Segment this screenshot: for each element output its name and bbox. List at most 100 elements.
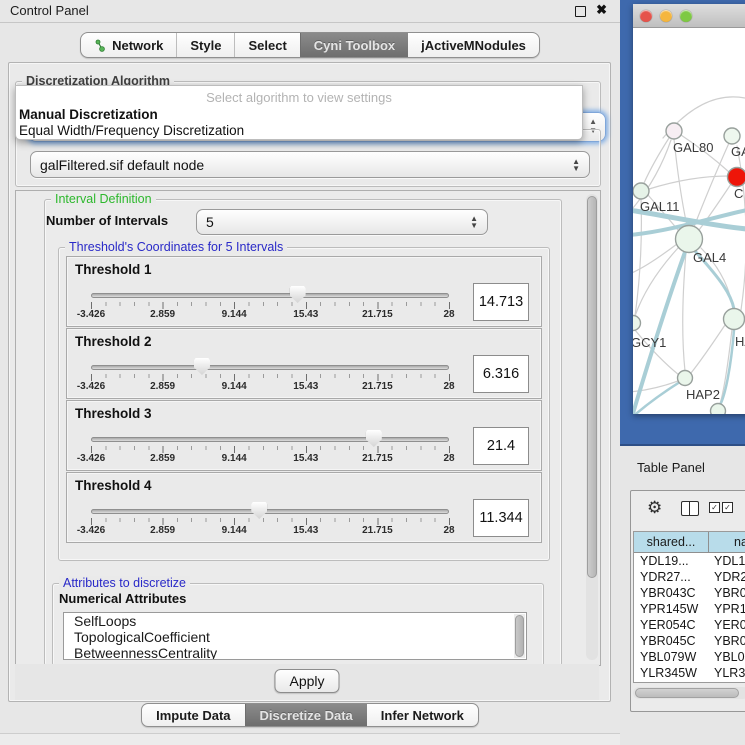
- table-row[interactable]: YER054CYER0: [634, 617, 745, 633]
- apply-button[interactable]: Apply: [274, 669, 339, 693]
- network-node[interactable]: [633, 183, 649, 199]
- control-panel-titlebar: Control Panel ✖: [0, 0, 620, 23]
- panel-vertical-scrollbar[interactable]: [586, 194, 598, 660]
- network-canvas[interactable]: GAL80GACGAL11GAL4GCY1HAHAP2: [633, 28, 745, 414]
- cell-name[interactable]: YBR0: [708, 633, 745, 649]
- threshold-1-slider-track[interactable]: [91, 293, 449, 298]
- network-node[interactable]: [724, 309, 745, 330]
- tick-label: 9.144: [222, 525, 247, 536]
- threshold-3-slider-thumb[interactable]: [366, 430, 382, 447]
- table-row[interactable]: YDL19...YDL1: [634, 553, 745, 569]
- zoom-traffic-light[interactable]: [680, 10, 692, 22]
- table-data-value: galFiltered.sif default node: [40, 157, 204, 173]
- network-node[interactable]: [728, 168, 745, 187]
- cell-shared-name[interactable]: YPR145W: [634, 601, 708, 617]
- tab-discretize-data[interactable]: Discretize Data: [245, 704, 367, 726]
- cell-name[interactable]: YER0: [708, 617, 745, 633]
- select-all-checkbox-icon[interactable]: ✓: [709, 502, 720, 513]
- table-row[interactable]: YPR145WYPR1: [634, 601, 745, 617]
- threshold-2-slider-track[interactable]: [91, 365, 449, 370]
- cell-shared-name[interactable]: YDR27...: [634, 569, 708, 585]
- cell-name[interactable]: YDL1: [708, 553, 745, 569]
- tick-label: 15.43: [293, 381, 318, 392]
- threshold-3-slider-track[interactable]: [91, 437, 449, 442]
- network-node[interactable]: [678, 371, 693, 386]
- attribute-item[interactable]: SelfLoops: [64, 613, 526, 629]
- close-traffic-light[interactable]: [640, 10, 652, 22]
- tab-style[interactable]: Style: [176, 33, 234, 57]
- deselect-checkbox-icon[interactable]: ✓: [722, 502, 733, 513]
- table-row[interactable]: YDR27...YDR2: [634, 569, 745, 585]
- application-window: Control Panel ✖ Network Style Select Cyn…: [0, 0, 745, 745]
- scrollbar-thumb[interactable]: [587, 196, 597, 578]
- cell-name[interactable]: YBL0: [708, 649, 745, 665]
- threshold-4-slider-track[interactable]: [91, 509, 449, 514]
- table-row[interactable]: YBL079WYBL0: [634, 649, 745, 665]
- column-header-shared-name[interactable]: shared...: [634, 532, 709, 552]
- cell-shared-name[interactable]: YBR043C: [634, 585, 708, 601]
- network-edge: [633, 252, 685, 414]
- network-node[interactable]: [724, 128, 740, 144]
- number-of-intervals-combobox[interactable]: 5 ▲▼: [196, 209, 488, 235]
- cell-name[interactable]: YBR0: [708, 585, 745, 601]
- tab-impute-data[interactable]: Impute Data: [142, 704, 244, 726]
- network-node[interactable]: [666, 123, 682, 139]
- threshold-4-slider-thumb[interactable]: [251, 502, 267, 519]
- tab-cyni-toolbox[interactable]: Cyni Toolbox: [300, 33, 408, 57]
- gear-icon[interactable]: ⚙: [647, 498, 662, 518]
- threshold-1-slider-thumb[interactable]: [290, 286, 306, 303]
- table-row[interactable]: YBR045CYBR0: [634, 633, 745, 649]
- tick-label: 2.859: [150, 453, 175, 464]
- table-data-combobox[interactable]: galFiltered.sif default node ▲▼: [30, 151, 590, 178]
- attribute-item[interactable]: BetweennessCentrality: [64, 645, 526, 660]
- tab-network[interactable]: Network: [81, 33, 176, 57]
- tick-label: 9.144: [222, 381, 247, 392]
- tick-label: 21.715: [362, 381, 393, 392]
- attributes-list-scrollbar[interactable]: [514, 614, 525, 658]
- threshold-2-slider-thumb[interactable]: [194, 358, 210, 375]
- cell-shared-name[interactable]: YER054C: [634, 617, 708, 633]
- threshold-3-value-field[interactable]: 21.4: [473, 427, 529, 465]
- tick-label: 15.43: [293, 453, 318, 464]
- threshold-1-value-field[interactable]: 14.713: [473, 283, 529, 321]
- threshold-2-value-field[interactable]: 6.316: [473, 355, 529, 393]
- minimize-traffic-light[interactable]: [660, 10, 672, 22]
- dropdown-option-manual-discretization[interactable]: Manual Discretization: [16, 107, 582, 123]
- node-label: HA: [735, 334, 745, 349]
- cell-shared-name[interactable]: YDL19...: [634, 553, 708, 569]
- tab-infer-network[interactable]: Infer Network: [367, 704, 478, 726]
- cell-shared-name[interactable]: YBL079W: [634, 649, 708, 665]
- cell-name[interactable]: YPR1: [708, 601, 745, 617]
- network-node[interactable]: [711, 404, 726, 415]
- table-row[interactable]: YBR043CYBR0: [634, 585, 745, 601]
- numerical-attributes-list[interactable]: SelfLoopsTopologicalCoefficientBetweenne…: [63, 612, 527, 660]
- tab-select[interactable]: Select: [234, 33, 299, 57]
- cell-name[interactable]: YDR2: [708, 569, 745, 585]
- cell-shared-name[interactable]: YIL052C: [634, 681, 708, 683]
- threshold-2-label: Threshold 2: [75, 334, 152, 349]
- cell-name[interactable]: YIL0: [708, 681, 745, 683]
- close-icon[interactable]: ✖: [596, 2, 607, 18]
- tab-jactivemnodules[interactable]: jActiveMNodules: [408, 33, 539, 57]
- float-window-icon[interactable]: [575, 6, 586, 17]
- tick-label: 15.43: [293, 525, 318, 536]
- table-row[interactable]: YLR345WYLR3: [634, 665, 745, 681]
- cell-shared-name[interactable]: YLR345W: [634, 665, 708, 681]
- cell-shared-name[interactable]: YBR045C: [634, 633, 708, 649]
- dropdown-placeholder-option[interactable]: Select algorithm to view settings: [16, 86, 582, 107]
- column-layout-icon[interactable]: [681, 501, 699, 516]
- table-row[interactable]: YIL052CYIL0: [634, 681, 745, 683]
- network-node[interactable]: [633, 316, 641, 331]
- scrollbar-thumb[interactable]: [635, 688, 739, 698]
- scrollbar-thumb[interactable]: [515, 615, 524, 657]
- cell-name[interactable]: YLR3: [708, 665, 745, 681]
- column-header-name[interactable]: na: [709, 532, 745, 552]
- dropdown-option-equal-width[interactable]: Equal Width/Frequency Discretization: [16, 123, 582, 139]
- threshold-4-panel: Threshold 4 -3.426 2.859 9.144 15.43 21.…: [66, 472, 542, 543]
- network-node[interactable]: [676, 226, 703, 253]
- table-horizontal-scrollbar[interactable]: [633, 687, 745, 699]
- tab-impute-data-label: Impute Data: [156, 708, 230, 723]
- threshold-4-value-field[interactable]: 11.344: [473, 499, 529, 537]
- attribute-item[interactable]: TopologicalCoefficient: [64, 629, 526, 645]
- network-edge: [644, 138, 669, 183]
